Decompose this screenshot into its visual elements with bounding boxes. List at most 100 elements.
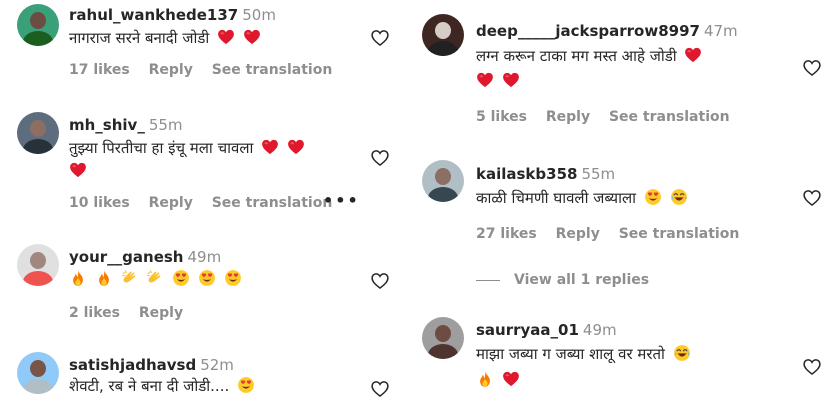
avatar-body [428, 41, 458, 56]
comment-body: नागराज सरने बनादी जोडी [69, 29, 210, 47]
see-translation-link[interactable]: See translation [619, 226, 740, 242]
timestamp: 47m [703, 22, 738, 40]
avatar-body [23, 31, 53, 46]
like-heart-icon[interactable] [369, 379, 391, 399]
comment-body: तुझ्या पिरतीचा हा इंचू मला चावला [69, 139, 254, 157]
avatar[interactable] [422, 14, 464, 56]
avatar-body [428, 187, 458, 202]
timestamp: 55m [581, 165, 616, 183]
timestamp: 52m [200, 356, 234, 374]
likes-count[interactable]: 17 likes [69, 62, 130, 78]
avatar-body [23, 271, 53, 286]
comment-item: mh_shiv_ 55m तुझ्या पिरतीचा हा इंचू मला च… [0, 108, 400, 218]
reply-button[interactable]: Reply [149, 195, 193, 211]
red-heart-icon [261, 138, 279, 156]
fire-icon [95, 269, 113, 287]
red-heart-icon [502, 71, 520, 89]
timestamp: 55m [148, 116, 183, 134]
see-translation-link[interactable]: See translation [212, 62, 333, 78]
laughing-face-icon [673, 344, 691, 362]
heart-eyes-face-icon [644, 188, 662, 206]
heart-eyes-face-icon [172, 269, 190, 287]
avatar[interactable] [422, 317, 464, 359]
comment-header: kailaskb358 55m [476, 165, 615, 183]
comment-text: नागराज सरने बनादी जोडी [69, 27, 261, 49]
like-heart-icon[interactable] [369, 148, 391, 168]
comment-header: rahul_wankhede137 50m [69, 6, 276, 24]
comment-text: तुझ्या पिरतीचा हा इंचू मला चावला [69, 137, 305, 159]
avatar-head [435, 325, 451, 342]
likes-count[interactable]: 5 likes [476, 109, 527, 125]
clapping-hands-icon [146, 269, 164, 287]
like-heart-icon[interactable] [369, 28, 391, 48]
reply-button[interactable]: Reply [556, 226, 600, 242]
comment-text: काळी चिमणी घावली जब्याला [476, 187, 688, 209]
clapping-hands-icon [121, 269, 139, 287]
fire-icon [69, 269, 87, 287]
likes-count[interactable]: 10 likes [69, 195, 130, 211]
avatar[interactable] [17, 4, 59, 46]
comment-text: माझा जब्या ग जब्या शालू वर मरतो [476, 343, 691, 365]
red-heart-icon [217, 28, 235, 46]
comment-text-line2 [69, 160, 87, 182]
comment-header: satishjadhavsd 52m [69, 356, 234, 374]
comment-actions: 10 likes Reply See translation [69, 195, 346, 211]
username[interactable]: deep_____jacksparrow8997 [476, 22, 700, 40]
likes-count[interactable]: 27 likes [476, 226, 537, 242]
red-heart-icon [69, 161, 87, 179]
red-heart-icon [243, 28, 261, 46]
username[interactable]: rahul_wankhede137 [69, 6, 238, 24]
avatar[interactable] [17, 352, 59, 394]
red-heart-icon [502, 370, 520, 388]
username[interactable]: satishjadhavsd [69, 356, 196, 374]
username[interactable]: saurryaa_01 [476, 321, 579, 339]
like-heart-icon[interactable] [801, 58, 823, 78]
like-heart-icon[interactable] [801, 188, 823, 208]
timestamp: 49m [582, 321, 617, 339]
view-replies-link[interactable]: View all 1 replies [476, 272, 649, 288]
reply-button[interactable]: Reply [149, 62, 193, 78]
comment-text: लग्न करून टाका मग मस्त आहे जोडी [476, 45, 702, 67]
like-heart-icon[interactable] [801, 357, 823, 377]
see-translation-link[interactable]: See translation [212, 195, 333, 211]
username[interactable]: your__ganesh [69, 248, 183, 266]
username[interactable]: kailaskb358 [476, 165, 577, 183]
comment-header: deep_____jacksparrow8997 47m [476, 22, 738, 40]
avatar[interactable] [422, 160, 464, 202]
avatar[interactable] [17, 112, 59, 154]
likes-count[interactable]: 2 likes [69, 305, 120, 321]
heart-eyes-face-icon [198, 269, 216, 287]
avatar-head [30, 120, 46, 137]
timestamp: 50m [242, 6, 276, 24]
view-replies-label: View all 1 replies [514, 272, 650, 288]
comment-item: rahul_wankhede137 50m नागराज सरने बनादी ज… [0, 0, 400, 90]
comment-item: your__ganesh 49m 2 likes Reply [0, 240, 400, 330]
avatar-head [435, 22, 451, 39]
like-heart-icon[interactable] [369, 271, 391, 291]
comment-body: काळी चिमणी घावली जब्याला [476, 189, 637, 207]
username[interactable]: mh_shiv_ [69, 116, 145, 134]
red-heart-icon [287, 138, 305, 156]
avatar[interactable] [17, 244, 59, 286]
laughing-face-icon [670, 188, 688, 206]
red-heart-icon [476, 71, 494, 89]
timestamp: 49m [187, 248, 222, 266]
reply-button[interactable]: Reply [546, 109, 590, 125]
comment-text [69, 268, 242, 290]
comment-item: deep_____jacksparrow8997 47m लग्न करून टा… [410, 0, 830, 135]
comment-body: लग्न करून टाका मग मस्त आहे जोडी [476, 47, 677, 65]
comment-text: शेवटी, रब ने बना दी जोडी.... [69, 375, 255, 397]
see-translation-link[interactable]: See translation [609, 109, 730, 125]
comment-item: satishjadhavsd 52m शेवटी, रब ने बना दी जो… [0, 348, 400, 400]
avatar-body [428, 344, 458, 359]
heart-eyes-face-icon [237, 376, 255, 394]
fire-icon [476, 370, 494, 388]
comment-header: saurryaa_01 49m [476, 321, 617, 339]
heart-eyes-face-icon [224, 269, 242, 287]
avatar-body [23, 139, 53, 154]
avatar-head [30, 252, 46, 269]
more-options-button[interactable]: ••• [323, 191, 360, 210]
red-heart-icon [684, 46, 702, 64]
reply-button[interactable]: Reply [139, 305, 183, 321]
comment-item: kailaskb358 55m काळी चिमणी घावली जब्याला … [410, 152, 830, 297]
